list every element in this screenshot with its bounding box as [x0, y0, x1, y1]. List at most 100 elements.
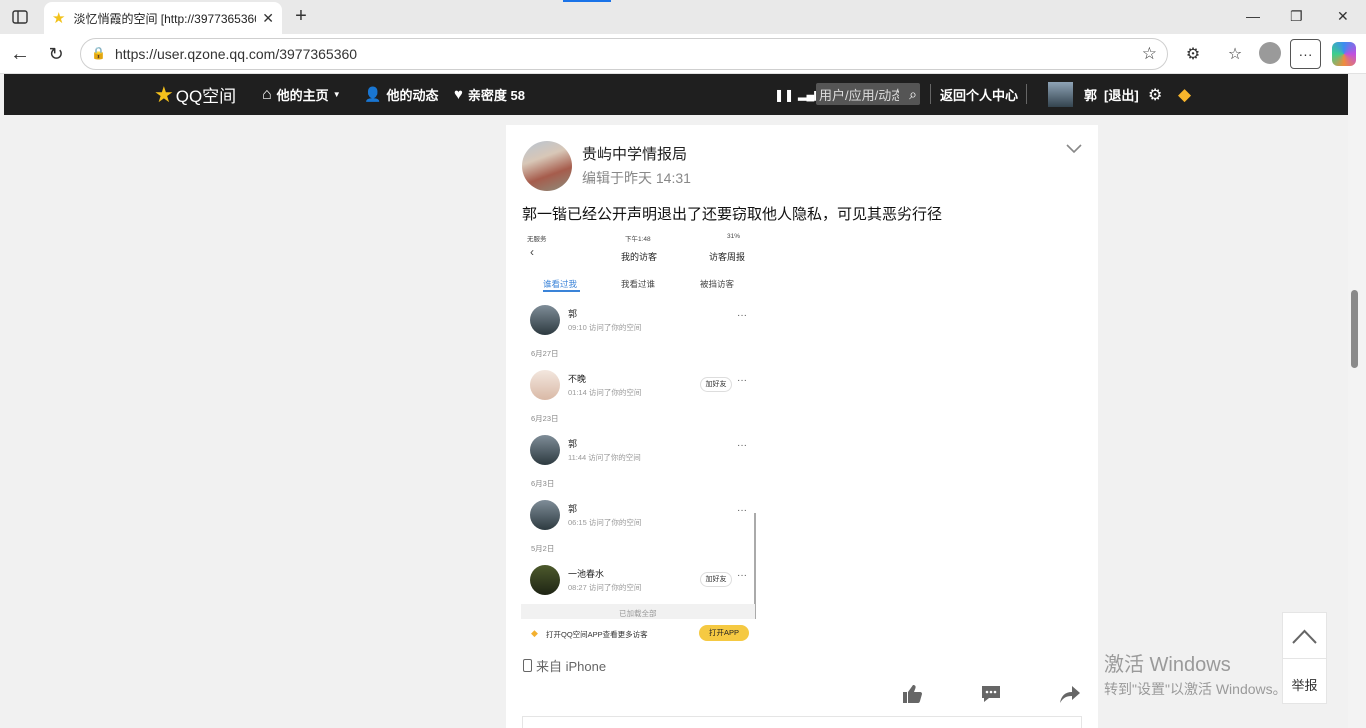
visitor-time: 01:14 访问了你的空间 — [568, 388, 642, 397]
settings-gear-icon[interactable]: ⚙ — [1148, 74, 1162, 115]
logout-link[interactable]: [退出] — [1104, 74, 1139, 115]
comment-icon[interactable] — [980, 683, 1004, 707]
post-text: 郭一锴已经公开声明退出了还要窃取他人隐私，可见其恶劣行径 — [522, 206, 943, 223]
like-icon[interactable] — [901, 683, 925, 707]
back-to-top-icon[interactable] — [1283, 613, 1326, 659]
close-tab-icon[interactable]: ✕ — [262, 10, 274, 27]
his-feed-link[interactable]: 👤 他的动态 — [364, 74, 438, 115]
side-toolbar: 举报 — [1282, 612, 1327, 704]
phone-icon — [523, 659, 532, 672]
url-text: https://user.qzone.qq.com/3977365360 — [115, 46, 358, 62]
add-friend-chip: 加好友 — [700, 572, 732, 587]
more-dots-icon: ··· — [737, 440, 747, 451]
post-image[interactable]: 无服务 下午1:48 31% ‹ 我的访客 访客周报 谁看过我 我看过谁 被挡访… — [521, 228, 759, 648]
his-home-label: 他的主页 — [276, 88, 329, 103]
extensions-icon[interactable]: ⚙ — [1182, 43, 1204, 65]
more-dots-icon: ··· — [737, 570, 747, 581]
visitor-avatar — [530, 305, 560, 335]
site-info-icon[interactable]: 🔒 — [91, 46, 106, 60]
post-card: 贵屿中学情报局 编辑于昨天 14:31 郭一锴已经公开声明退出了还要窃取他人隐私… — [506, 125, 1098, 728]
add-friend-chip: 加好友 — [700, 377, 732, 392]
visitor-row: 郭 06:15 访问了你的空间 ··· — [521, 500, 759, 550]
home-icon: ⌂ — [262, 85, 272, 103]
address-bar: ← ↻ 🔒 https://user.qzone.qq.com/39773653… — [0, 34, 1366, 74]
post-menu-chevron-icon[interactable] — [1066, 141, 1082, 157]
user-icon: 👤 — [364, 86, 382, 102]
intimacy-link[interactable]: ♥ 亲密度 58 — [454, 74, 525, 115]
minimize-icon[interactable]: — — [1246, 8, 1260, 24]
tab-title: 淡忆悄霞的空间 [http://3977365360] — [73, 11, 257, 26]
refresh-icon[interactable]: ↻ — [44, 42, 68, 66]
visitor-time: 06:15 访问了你的空间 — [568, 518, 642, 527]
report-button[interactable]: 举报 — [1283, 675, 1326, 694]
visitor-row: 郭 11:44 访问了你的空间 ··· — [521, 435, 759, 485]
tab-actions-icon[interactable] — [10, 7, 30, 27]
favorite-star-icon[interactable]: ☆ — [1142, 44, 1157, 64]
source-info: 来自 iPhone — [523, 656, 606, 675]
intimacy-label: 亲密度 58 — [467, 88, 525, 103]
url-field[interactable]: 🔒 https://user.qzone.qq.com/3977365360 ☆ — [80, 38, 1168, 70]
status-left: 无服务 — [527, 236, 547, 243]
app-promo-text: 打开QQ空间APP查看更多访客 — [546, 630, 648, 639]
visitor-name: 一池春水 — [568, 569, 605, 579]
visitor-avatar — [530, 370, 560, 400]
more-dots-icon: ··· — [737, 375, 747, 386]
heart-icon: ♥ — [454, 86, 463, 103]
author-name[interactable]: 贵屿中学情报局 — [582, 143, 687, 164]
new-tab-icon[interactable]: + — [290, 5, 312, 27]
author-avatar[interactable] — [522, 141, 572, 191]
visitor-name: 郭 — [568, 439, 578, 449]
visitor-date: 6月27日 — [531, 349, 559, 358]
windows-activation-watermark: 激活 Windows 转到"设置"以激活 Windows。 — [1104, 648, 1287, 699]
search-box[interactable]: 用户/应用/动态 ⌕ — [816, 83, 920, 105]
edit-time: 编辑于昨天 14:31 — [582, 170, 691, 186]
qzone-nav-bar: ★ QQ空间 ⌂ 他的主页 ▼ 👤 他的动态 ♥ 亲密度 58 ❚❚ ▂▄▆ 用… — [4, 74, 1348, 115]
more-dots-icon: ··· — [737, 310, 747, 321]
qzone-logo[interactable]: ★ QQ空间 — [154, 74, 236, 115]
visitor-avatar — [530, 435, 560, 465]
profile-avatar-icon[interactable] — [1259, 42, 1281, 64]
user-avatar[interactable] — [1048, 82, 1073, 107]
phone-weekly: 访客周报 — [709, 252, 746, 262]
qzone-star-icon: ★ — [154, 81, 174, 107]
favorites-icon[interactable]: ☆ — [1224, 43, 1246, 65]
pause-icon[interactable]: ❚❚ — [774, 74, 794, 115]
back-icon[interactable]: ← — [8, 42, 32, 66]
visitor-time: 11:44 访问了你的空间 — [568, 453, 641, 462]
his-home-link[interactable]: ⌂ 他的主页 ▼ — [262, 74, 341, 115]
restore-icon[interactable]: ❐ — [1290, 8, 1303, 25]
status-battery: 31% — [727, 233, 741, 240]
vip-diamond-icon[interactable]: ◆ — [1178, 74, 1191, 115]
visitor-date: 6月3日 — [531, 479, 555, 488]
visitor-name: 郭 — [568, 504, 578, 514]
phone-title: 我的访客 — [621, 252, 658, 262]
page-scrollbar[interactable] — [1348, 74, 1366, 728]
search-icon[interactable]: ⌕ — [909, 86, 917, 103]
share-icon[interactable] — [1059, 683, 1083, 707]
qzone-favicon-icon: ★ — [52, 10, 66, 27]
visitor-avatar — [530, 565, 560, 595]
visitor-time: 09:10 访问了你的空间 — [568, 323, 642, 332]
more-menu-icon[interactable]: ··· — [1290, 39, 1321, 69]
visitor-name: 郭 — [568, 309, 578, 319]
visitor-name: 不晚 — [568, 374, 587, 384]
his-feed-label: 他的动态 — [386, 88, 439, 103]
close-window-icon[interactable]: ✕ — [1337, 8, 1349, 25]
active-tab[interactable]: ★ 淡忆悄霞的空间 [http://3977365360] ✕ — [44, 2, 282, 34]
phone-back-icon: ‹ — [530, 245, 534, 259]
watermark-line2: 转到"设置"以激活 Windows。 — [1104, 681, 1287, 697]
visitor-avatar — [530, 500, 560, 530]
tab-bar: ★ 淡忆悄霞的空间 [http://3977365360] ✕ + — ❐ ✕ — [0, 0, 1366, 34]
status-time: 下午1:48 — [625, 236, 651, 243]
promo-diamond-icon: ◆ — [531, 628, 538, 638]
search-placeholder: 用户/应用/动态 — [819, 87, 899, 103]
scrollbar-thumb[interactable] — [1351, 290, 1358, 368]
user-name[interactable]: 郭 — [1084, 74, 1097, 115]
back-to-center-link[interactable]: 返回个人中心 — [940, 74, 1018, 115]
visitor-time: 08:27 访问了你的空间 — [568, 583, 642, 592]
copilot-icon[interactable] — [1332, 42, 1356, 66]
visitor-date: 5月2日 — [531, 544, 555, 553]
watermark-line1: 激活 Windows — [1104, 654, 1231, 676]
source-text: 来自 iPhone — [536, 659, 607, 674]
open-app-button: 打开APP — [699, 625, 749, 641]
